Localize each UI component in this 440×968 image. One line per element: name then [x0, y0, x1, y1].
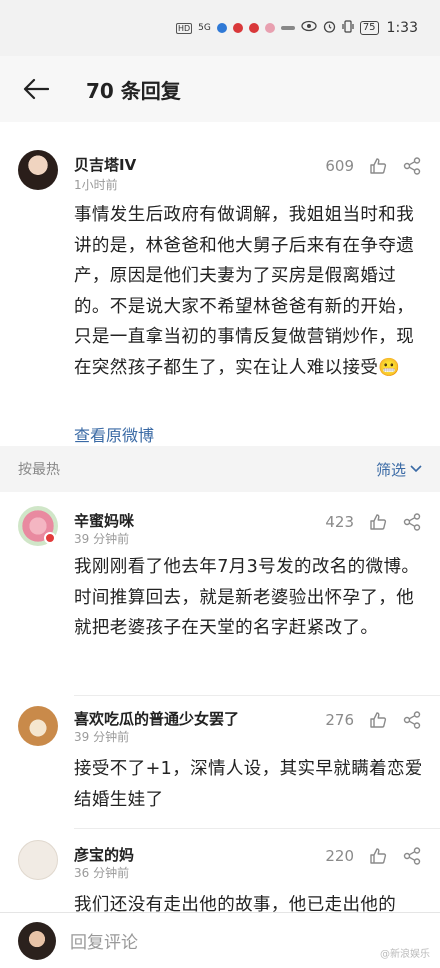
- main-post: 贝吉塔IV 1小时前 609 事情发生后政府有做调解，我姐姐当时和我讲的是，林爸…: [0, 122, 440, 446]
- news-notification-icon: [248, 23, 259, 33]
- like-count: 276: [325, 711, 354, 729]
- avatar[interactable]: [18, 706, 58, 746]
- divider: [74, 828, 440, 829]
- comment-body: 我刚刚看了他去年7月3号发的改名的微博。时间推算回去，就是新老婆验出怀孕了，他就…: [74, 557, 420, 638]
- author-name[interactable]: 辛蜜妈咪: [74, 510, 134, 531]
- share-icon[interactable]: [402, 512, 422, 532]
- hd-icon: HD: [176, 22, 193, 34]
- eye-icon: [301, 20, 317, 36]
- chevron-down-icon: [410, 465, 422, 473]
- comment-actions: 276: [325, 710, 422, 730]
- status-icons: HD 5G 75: [176, 19, 379, 37]
- alarm-icon: [323, 20, 336, 37]
- weibo-notification-icon: [232, 23, 243, 33]
- thumbs-up-icon[interactable]: [368, 846, 388, 866]
- filter-label: 筛选: [375, 460, 406, 479]
- filter-button[interactable]: 筛选: [376, 459, 422, 480]
- comment-time: 39 分钟前: [74, 730, 130, 744]
- share-icon[interactable]: [402, 846, 422, 866]
- comment-item: 喜欢吃瓜的普通少女罢了 39 分钟前 276 接受不了+1，深情人设，其实早就瞒…: [0, 696, 440, 830]
- view-original-link[interactable]: 查看原微博: [74, 422, 154, 446]
- shop-notification-icon: [264, 23, 275, 33]
- more-notifications-icon: [280, 26, 295, 30]
- like-count: 423: [325, 513, 354, 531]
- author-name[interactable]: 喜欢吃瓜的普通少女罢了: [74, 708, 239, 729]
- network-label: 5G: [198, 23, 211, 33]
- avatar[interactable]: [18, 840, 58, 880]
- comment-time: 39 分钟前: [74, 532, 130, 546]
- vip-badge-icon: [44, 532, 56, 544]
- battery-indicator: 75: [359, 21, 379, 35]
- comment-actions: 220: [325, 846, 422, 866]
- sort-bar: 按最热 筛选: [0, 446, 440, 492]
- comment-item: 辛蜜妈咪 39 分钟前 423 我刚刚看了他去年7月3号发的改名的微博。时间推算…: [0, 492, 440, 702]
- share-icon[interactable]: [402, 710, 422, 730]
- reply-input[interactable]: 回复评论: [70, 928, 138, 953]
- sort-label[interactable]: 按最热: [18, 459, 60, 479]
- status-bar: HD 5G 75 1:33: [0, 0, 440, 56]
- comment-body: 我们还没有走出他的故事，他已走出他的: [74, 895, 397, 912]
- comment-body: 接受不了+1，深情人设，其实早就瞒着恋爱结婚生娃了: [74, 759, 423, 810]
- reply-bar: 回复评论 @新浪娱乐: [0, 912, 440, 968]
- watermark: @新浪娱乐: [380, 949, 430, 960]
- current-user-avatar: [18, 921, 56, 960]
- thumbs-up-icon[interactable]: [368, 512, 388, 532]
- back-arrow-icon[interactable]: [16, 69, 56, 109]
- avatar[interactable]: [18, 150, 58, 190]
- post-body: 事情发生后政府有做调解，我姐姐当时和我讲的是，林爸爸和他大舅子后来有在争夺遗产，…: [74, 205, 415, 378]
- vibrate-icon: [342, 19, 354, 37]
- author-name[interactable]: 彦宝的妈: [74, 844, 134, 865]
- post-actions: 609: [325, 156, 422, 176]
- share-icon[interactable]: [402, 156, 422, 176]
- post-time: 1小时前: [74, 178, 118, 192]
- thumbs-up-icon[interactable]: [368, 156, 388, 176]
- like-count: 609: [325, 157, 354, 175]
- comment-item: 彦宝的妈 36 分钟前 220 我们还没有走出他的故事，他已走出他的: [0, 832, 440, 912]
- status-time: 1:33: [386, 20, 418, 36]
- thumbs-up-icon[interactable]: [368, 710, 388, 730]
- like-count: 220: [325, 847, 354, 865]
- app-notification-icon: [216, 23, 227, 33]
- author-name[interactable]: 贝吉塔IV: [74, 154, 136, 175]
- comment-actions: 423: [325, 512, 422, 532]
- comment-time: 36 分钟前: [74, 866, 130, 880]
- nav-bar: 70 条回复: [0, 56, 440, 122]
- page-title: 70 条回复: [86, 78, 181, 103]
